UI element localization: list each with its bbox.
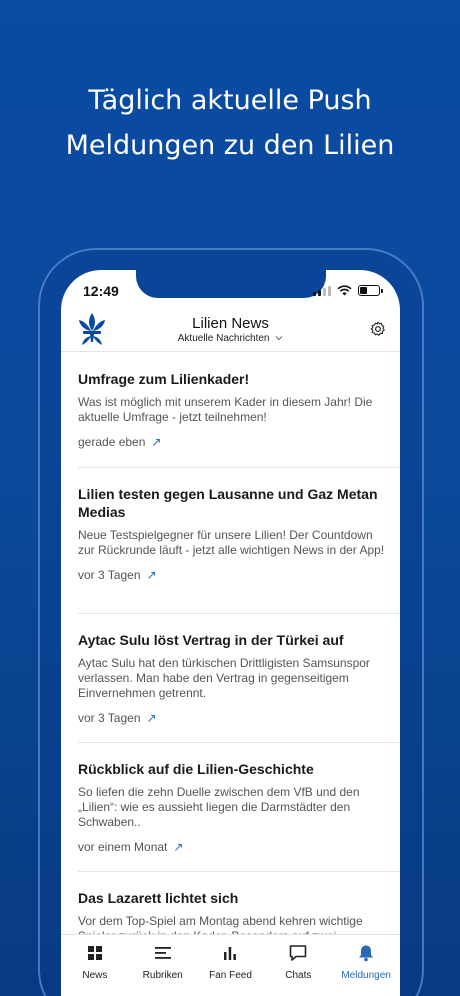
tab-label: Rubriken [142, 970, 183, 981]
item-title: Das Lazarett lichtet sich [78, 890, 239, 906]
item-title: Lilien testen gegen Lausanne und Gaz Met… [78, 486, 378, 520]
tab-rubriken[interactable]: Rubriken [129, 935, 197, 996]
header-title: Lilien News [192, 315, 269, 332]
item-time-label: vor einem Monat [78, 840, 168, 854]
tab-fan-feed[interactable]: Fan Feed [197, 935, 265, 996]
chat-bubble-icon [289, 945, 307, 961]
external-link-icon[interactable]: ↗ [147, 711, 157, 725]
gear-icon[interactable] [370, 321, 386, 337]
battery-icon [358, 285, 383, 296]
tab-label: Meldungen [341, 970, 391, 981]
list-item[interactable]: Aytac Sulu löst Vertrag in der Türkei au… [78, 614, 400, 743]
list-item[interactable]: Umfrage zum Lilienkader! Was ist möglich… [78, 353, 400, 468]
feed-selector[interactable]: Aktuelle Nachrichten [61, 333, 400, 344]
external-link-icon[interactable]: ↗ [151, 435, 161, 449]
item-body: Was ist möglich mit unserem Kader in die… [78, 395, 373, 424]
item-body: Aytac Sulu hat den türkischen Drittligis… [78, 656, 370, 700]
external-link-icon[interactable]: ↗ [173, 840, 183, 854]
phone-notch [136, 270, 326, 298]
tab-meldungen[interactable]: Meldungen [332, 935, 400, 996]
item-body: So liefen die zehn Duelle zwischen dem V… [78, 785, 360, 829]
list-icon [154, 947, 171, 959]
app-header: Lilien News Aktuelle Nachrichten [61, 306, 400, 352]
item-time-label: vor 3 Tagen [78, 568, 141, 582]
tab-label: Chats [285, 970, 312, 981]
item-body: Neue Testspielgegner für unsere Lilien! … [78, 528, 385, 557]
item-title: Rückblick auf die Lilien-Geschichte [78, 761, 314, 777]
headline-line-1: Täglich aktuelle Push [88, 85, 372, 116]
item-time: vor 3 Tagen ↗ [78, 568, 400, 582]
bell-icon [359, 945, 374, 962]
feed-selector-label: Aktuelle Nachrichten [177, 333, 270, 344]
promo-headline: Täglich aktuelle Push Meldungen zu den L… [0, 78, 460, 168]
bar-chart-icon [224, 947, 237, 960]
item-time: vor einem Monat ↗ [78, 840, 400, 854]
chevron-down-icon [275, 336, 283, 341]
tab-label: News [82, 970, 108, 981]
item-time: vor 3 Tagen ↗ [78, 711, 400, 725]
item-time: gerade eben ↗ [78, 435, 400, 449]
headline-line-2: Meldungen zu den Lilien [65, 130, 395, 161]
item-title: Aytac Sulu löst Vertrag in der Türkei au… [78, 632, 344, 648]
phone-screen: 12:49 Lilien News Aktuelle Nachrichten U… [61, 270, 400, 996]
tab-label: Fan Feed [209, 970, 252, 981]
list-item[interactable]: Rückblick auf die Lilien-Geschichte So l… [78, 743, 400, 872]
tab-news[interactable]: News [61, 935, 129, 996]
item-time-label: gerade eben [78, 435, 146, 449]
item-time-label: vor 3 Tagen [78, 711, 141, 725]
wifi-icon [337, 285, 352, 296]
signal-icon [313, 285, 331, 296]
status-icons [313, 285, 383, 296]
notifications-feed: Umfrage zum Lilienkader! Was ist möglich… [78, 353, 400, 944]
grid-icon [87, 946, 102, 960]
tab-chats[interactable]: Chats [264, 935, 332, 996]
external-link-icon[interactable]: ↗ [147, 568, 157, 582]
tab-bar: News Rubriken Fan Feed Chats Meldungen [61, 934, 400, 996]
list-item[interactable]: Lilien testen gegen Lausanne und Gaz Met… [78, 468, 400, 614]
item-title: Umfrage zum Lilienkader! [78, 371, 250, 387]
status-time: 12:49 [83, 283, 119, 299]
